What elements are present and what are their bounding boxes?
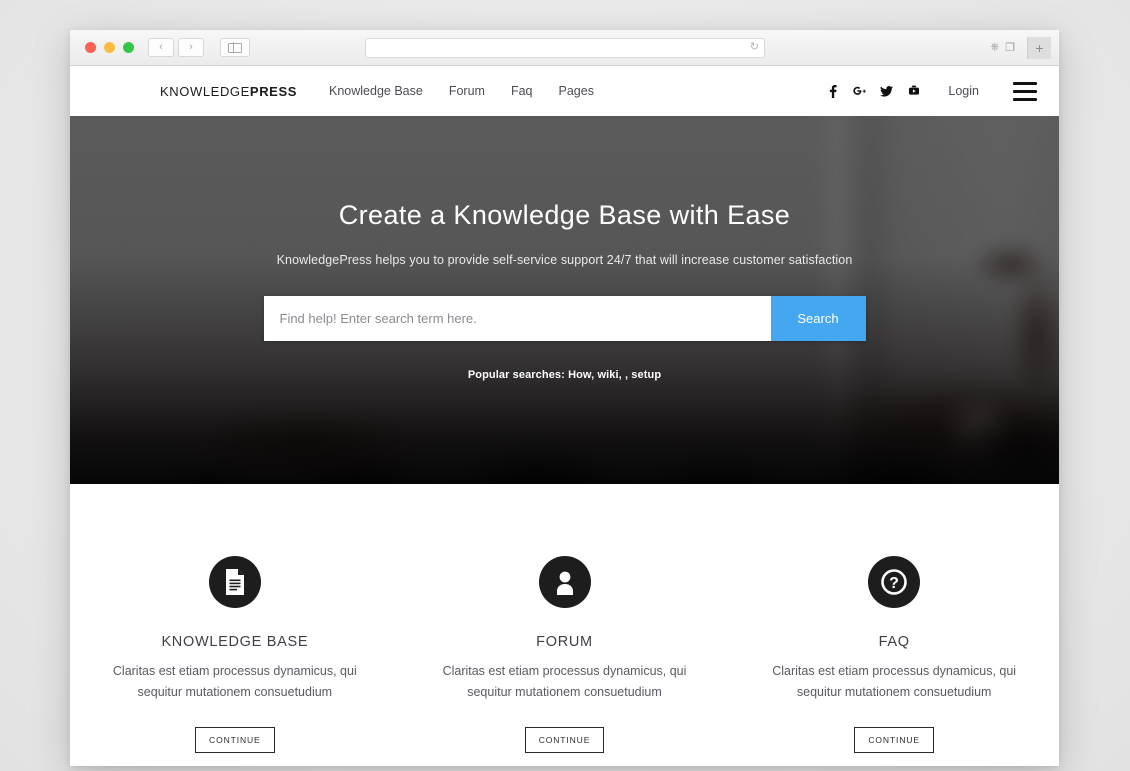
continue-button[interactable]: CONTINUE [524, 727, 605, 754]
hamburger-menu-icon[interactable] [1013, 81, 1037, 101]
nav-item-knowledge-base[interactable]: Knowledge Base [329, 84, 423, 98]
browser-window: ‹ › ↻ ⎈ ❐ + KNOWLEDGEPRESS Knowledge Bas… [70, 30, 1059, 766]
forward-button[interactable]: › [178, 38, 204, 57]
nav-item-forum[interactable]: Forum [449, 84, 485, 98]
chevron-left-icon: ‹ [159, 41, 163, 53]
sidebar-toggle-button[interactable] [220, 38, 250, 57]
browser-nav-buttons: ‹ › [148, 38, 250, 57]
site-header: KNOWLEDGEPRESS Knowledge Base Forum Faq … [70, 66, 1059, 116]
user-icon [538, 556, 591, 608]
sidebar-icon [228, 42, 242, 53]
main-navigation: Knowledge Base Forum Faq Pages [329, 84, 594, 98]
site-logo[interactable]: KNOWLEDGEPRESS [160, 84, 297, 99]
hamburger-line [1013, 89, 1037, 93]
address-bar[interactable]: ↻ [365, 37, 765, 58]
features-section: KNOWLEDGE BASE Claritas est etiam proces… [70, 484, 1059, 754]
back-button[interactable]: ‹ [148, 38, 174, 57]
logo-text-bold: PRESS [249, 83, 297, 99]
continue-button[interactable]: CONTINUE [854, 727, 934, 754]
hamburger-line [1013, 97, 1037, 101]
youtube-icon[interactable] [907, 84, 920, 98]
reload-icon[interactable]: ↻ [750, 42, 759, 53]
search-button[interactable]: Search [770, 296, 866, 341]
browser-toolbar-right: ⎈ ❐ + [990, 36, 1051, 59]
twitter-icon[interactable] [880, 84, 894, 98]
feature-title: FAQ [878, 634, 910, 650]
window-traffic-lights [85, 42, 134, 53]
hero-title: Create a Knowledge Base with Ease [338, 200, 791, 230]
close-window-button[interactable] [85, 42, 96, 53]
tabs-icon[interactable]: ❐ [1005, 41, 1015, 54]
minimize-window-button[interactable] [104, 42, 115, 53]
social-links [826, 84, 920, 98]
feature-description: Claritas est etiam processus dynamicus, … [112, 664, 357, 699]
feature-description: Claritas est etiam processus dynamicus, … [442, 664, 687, 699]
document-icon [208, 556, 261, 608]
browser-chrome: ‹ › ↻ ⎈ ❐ + [70, 30, 1059, 66]
feature-title: FORUM [536, 634, 593, 650]
search-input[interactable] [263, 296, 771, 341]
google-plus-icon[interactable] [853, 84, 867, 98]
feature-card-faq: ? FAQ Claritas est etiam processus dynam… [729, 556, 1059, 754]
question-mark-icon: ? [868, 556, 921, 608]
hero-content: Create a Knowledge Base with Ease Knowle… [70, 116, 1059, 381]
share-icon[interactable]: ⎈ [990, 41, 999, 54]
maximize-window-button[interactable] [123, 42, 134, 53]
chevron-right-icon: › [189, 41, 193, 53]
feature-title: KNOWLEDGE BASE [161, 634, 309, 650]
popular-searches: Popular searches: How, wiki, , setup [467, 369, 662, 381]
nav-item-pages[interactable]: Pages [559, 84, 594, 98]
hero-search-bar: Search [263, 296, 866, 341]
hero-section: Create a Knowledge Base with Ease Knowle… [70, 116, 1059, 484]
header-right-group: Login [826, 81, 1037, 101]
hamburger-line [1013, 81, 1037, 85]
hero-subtitle: KnowledgePress helps you to provide self… [276, 253, 853, 267]
logo-text-light: KNOWLEDGE [160, 83, 250, 99]
login-link[interactable]: Login [948, 84, 979, 98]
continue-button[interactable]: CONTINUE [195, 727, 275, 754]
feature-card-forum: FORUM Claritas est etiam processus dynam… [400, 556, 730, 754]
nav-item-faq[interactable]: Faq [511, 84, 533, 98]
new-tab-button[interactable]: + [1027, 36, 1051, 59]
svg-text:?: ? [889, 575, 899, 592]
feature-description: Claritas est etiam processus dynamicus, … [772, 664, 1017, 699]
feature-card-knowledge-base: KNOWLEDGE BASE Claritas est etiam proces… [70, 556, 400, 754]
facebook-icon[interactable] [826, 84, 839, 98]
